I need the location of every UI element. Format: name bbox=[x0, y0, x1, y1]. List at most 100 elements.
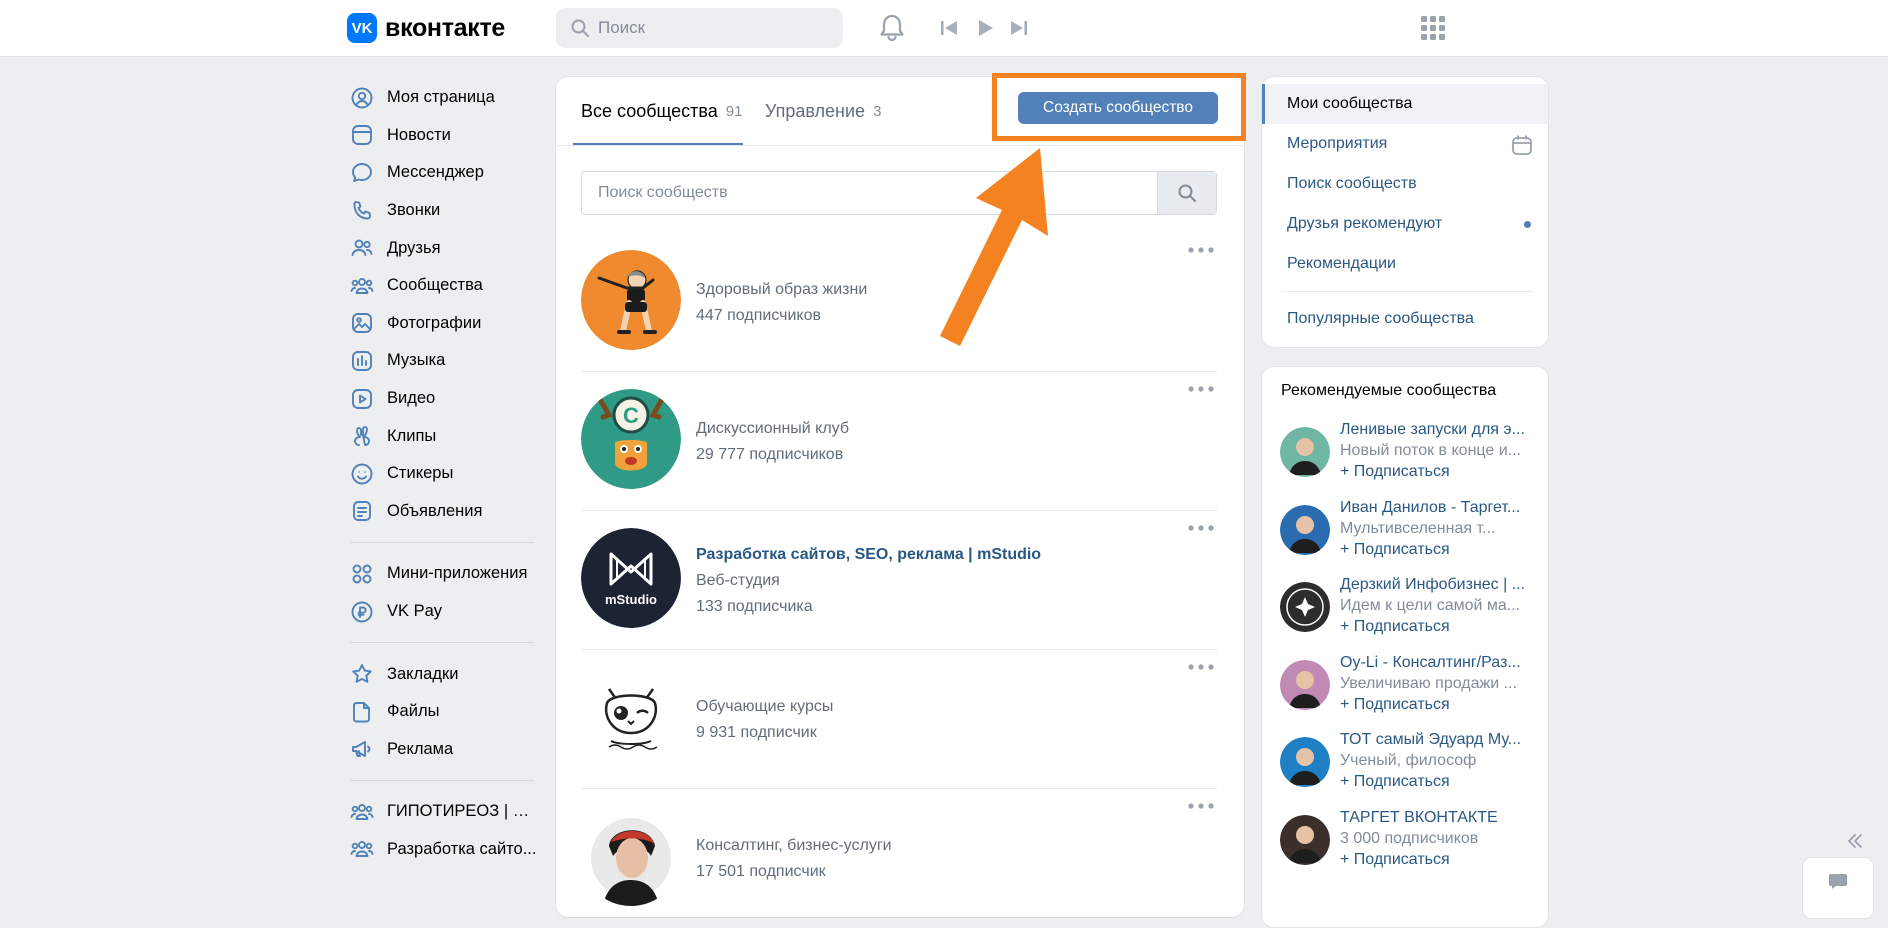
community-item[interactable]: Здоровый образ жизни 447 подписчиков bbox=[581, 233, 1217, 372]
communities-right-menu: Мои сообщества Мероприятия Поиск сообщес… bbox=[1262, 77, 1548, 347]
rnav-events[interactable]: Мероприятия bbox=[1262, 124, 1548, 164]
bell-icon[interactable] bbox=[878, 13, 906, 43]
recommended-community[interactable]: ТАРГЕТ ВКОНТАКТЕ 3 000 подписчиков + Под… bbox=[1280, 807, 1535, 885]
sidebar-item[interactable]: Видео bbox=[340, 380, 540, 418]
community-item[interactable]: C Дискуссионный клуб 29 777 подписчиков bbox=[581, 372, 1217, 511]
community-name[interactable]: Разработка сайтов, SEO, реклама | mStudi… bbox=[696, 542, 1041, 568]
recommended-community[interactable]: ТОТ самый Эдуард Му... Ученый, философ +… bbox=[1280, 729, 1535, 807]
vk-logo[interactable]: VK вконтакте bbox=[347, 13, 505, 43]
recommended-desc: Увеличиваю продажи ... bbox=[1340, 674, 1517, 692]
recommended-community[interactable]: Oy-Li - Консалтинг/Раз... Увеличиваю про… bbox=[1280, 652, 1535, 730]
rnav-my-communities[interactable]: Мои сообщества bbox=[1262, 84, 1548, 124]
sidebar-item[interactable]: Музыка bbox=[340, 342, 540, 380]
community-name: Дискуссионный клуб bbox=[696, 419, 850, 437]
sidebar-item[interactable]: ГИПОТИРЕОЗ | ПО... bbox=[340, 793, 540, 831]
more-options-icon[interactable] bbox=[1187, 245, 1215, 255]
active-indicator bbox=[1262, 84, 1265, 124]
sidebar-item[interactable]: Стикеры bbox=[340, 455, 540, 493]
subscribe-link[interactable]: + Подписаться bbox=[1340, 539, 1530, 560]
video-icon bbox=[349, 386, 375, 412]
community-search-button[interactable] bbox=[1157, 172, 1216, 214]
clips-icon bbox=[349, 423, 375, 449]
community-text: Разработка сайтов, SEO, реклама | mStudi… bbox=[696, 511, 1041, 650]
next-track-icon[interactable] bbox=[1008, 18, 1030, 38]
sidebar-item[interactable]: Мессенджер bbox=[340, 154, 540, 192]
communities-icon bbox=[349, 273, 375, 299]
sidebar-item-label: Объявления bbox=[387, 501, 483, 520]
community-members: 17 501 подписчик bbox=[696, 862, 826, 880]
sidebar-item[interactable]: Мини-приложения bbox=[340, 555, 540, 593]
community-avatar: C bbox=[581, 389, 681, 489]
more-options-icon[interactable] bbox=[1187, 801, 1215, 811]
chat-button[interactable] bbox=[1803, 858, 1873, 918]
collapse-panel-icon[interactable] bbox=[1846, 832, 1864, 850]
apps-grid-icon[interactable] bbox=[1421, 16, 1445, 40]
recommended-name[interactable]: Иван Данилов - Таргет... bbox=[1340, 497, 1530, 518]
create-community-button[interactable]: Создать сообщество bbox=[1018, 92, 1218, 124]
calendar-icon[interactable] bbox=[1511, 134, 1533, 156]
mini-apps-icon bbox=[349, 561, 375, 587]
communities-icon bbox=[349, 799, 375, 825]
recommended-community[interactable]: Ленивые запуски для э... Новый поток в к… bbox=[1280, 419, 1535, 497]
rnav-recommendations[interactable]: Рекомендации bbox=[1262, 244, 1548, 284]
subscribe-link[interactable]: + Подписаться bbox=[1340, 849, 1530, 870]
sidebar-item[interactable]: Сообщества bbox=[340, 267, 540, 305]
sidebar-item[interactable]: Реклама bbox=[340, 731, 540, 769]
global-search[interactable]: Поиск bbox=[556, 8, 843, 48]
community-item[interactable]: mStudio Разработка сайтов, SEO, реклама … bbox=[581, 511, 1217, 650]
sidebar-item[interactable]: Моя страница bbox=[340, 79, 540, 117]
rnav-popular-communities[interactable]: Популярные сообщества bbox=[1262, 299, 1548, 339]
subscribe-link[interactable]: + Подписаться bbox=[1340, 616, 1530, 637]
community-item[interactable]: Консалтинг, бизнес-услуги 17 501 подписч… bbox=[581, 789, 1217, 928]
sidebar-item[interactable]: Закладки bbox=[340, 655, 540, 693]
sidebar-item[interactable]: Звонки bbox=[340, 192, 540, 230]
recommended-name[interactable]: Oy-Li - Консалтинг/Раз... bbox=[1340, 652, 1530, 673]
previous-track-icon[interactable] bbox=[938, 18, 960, 38]
file-icon bbox=[349, 699, 375, 725]
community-text: Здоровый образ жизни 447 подписчиков bbox=[696, 233, 867, 372]
subscribe-link[interactable]: + Подписаться bbox=[1340, 461, 1530, 482]
community-members: 447 подписчиков bbox=[696, 306, 821, 324]
recommended-name[interactable]: Дерзкий Инфобизнес | ... bbox=[1340, 574, 1530, 595]
more-options-icon[interactable] bbox=[1187, 662, 1215, 672]
sidebar-item[interactable]: Друзья bbox=[340, 229, 540, 267]
recommended-community[interactable]: Иван Данилов - Таргет... Мультивселенная… bbox=[1280, 497, 1535, 575]
community-item[interactable]: Обучающие курсы 9 931 подписчик bbox=[581, 650, 1217, 789]
recommended-community[interactable]: Дерзкий Инфобизнес | ... Идем к цели сам… bbox=[1280, 574, 1535, 652]
sidebar-item[interactable]: Клипы bbox=[340, 417, 540, 455]
tab-all-communities[interactable]: Все сообщества 91 bbox=[581, 77, 742, 145]
recommended-desc: Мультивселенная т... bbox=[1340, 519, 1496, 537]
community-avatar: mStudio bbox=[581, 528, 681, 628]
sidebar-item[interactable]: VK Pay bbox=[340, 593, 540, 631]
phone-icon bbox=[349, 198, 375, 224]
recommended-desc: Идем к цели самой ма... bbox=[1340, 597, 1521, 614]
more-options-icon[interactable] bbox=[1187, 384, 1215, 394]
sidebar-item-label: Музыка bbox=[387, 351, 446, 370]
sidebar-item-label: Видео bbox=[387, 389, 436, 408]
rnav-friends-recommend[interactable]: Друзья рекомендуют bbox=[1262, 204, 1548, 244]
sidebar-item-label: Новости bbox=[387, 125, 451, 144]
sidebar-item[interactable]: Разработка сайто... bbox=[340, 831, 540, 869]
mstudio-logo-text: mStudio bbox=[605, 592, 657, 607]
rnav-label: Мероприятия bbox=[1287, 135, 1388, 152]
rnav-search-communities[interactable]: Поиск сообществ bbox=[1262, 164, 1548, 204]
community-search-input[interactable] bbox=[582, 172, 1160, 214]
sidebar-divider bbox=[350, 780, 534, 782]
more-options-icon[interactable] bbox=[1187, 523, 1215, 533]
recommended-title: Рекомендуемые сообщества bbox=[1281, 382, 1497, 399]
recommended-name[interactable]: ТОТ самый Эдуард Му... bbox=[1340, 729, 1530, 750]
play-icon[interactable] bbox=[974, 18, 996, 38]
sidebar-item[interactable]: Фотографии bbox=[340, 305, 540, 343]
subscribe-link[interactable]: + Подписаться bbox=[1340, 771, 1530, 792]
sidebar-item[interactable]: Файлы bbox=[340, 693, 540, 731]
smile-icon bbox=[349, 461, 375, 487]
recommended-name[interactable]: ТАРГЕТ ВКОНТАКТЕ bbox=[1340, 807, 1530, 828]
sidebar-item[interactable]: Объявления bbox=[340, 493, 540, 531]
subscribe-link[interactable]: + Подписаться bbox=[1340, 694, 1530, 715]
sidebar-item[interactable]: Новости bbox=[340, 117, 540, 155]
unread-dot bbox=[1524, 221, 1531, 228]
community-search bbox=[581, 171, 1217, 215]
recommended-name[interactable]: Ленивые запуски для э... bbox=[1340, 419, 1530, 440]
tab-management[interactable]: Управление 3 bbox=[765, 77, 881, 145]
communities-tabs: Все сообщества 91 Управление 3 Создать с… bbox=[556, 77, 1244, 146]
